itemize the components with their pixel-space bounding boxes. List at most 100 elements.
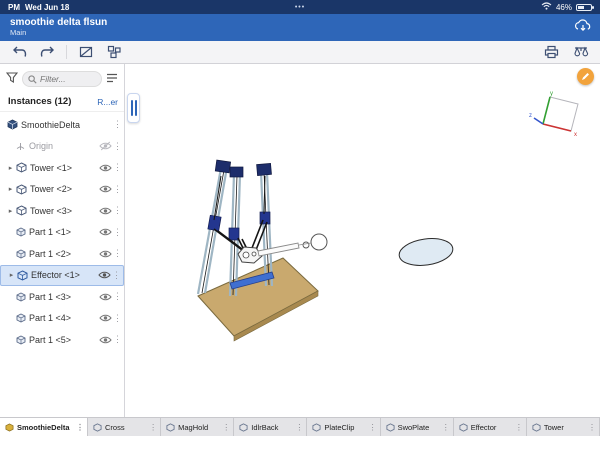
battery-icon [576, 3, 594, 11]
redo-button[interactable] [38, 43, 56, 61]
svg-text:z: z [529, 113, 532, 119]
view-triad[interactable]: x y z [529, 91, 579, 138]
tree-item-part1-5[interactable]: Part 1 <5> ⋮ [0, 329, 124, 351]
part-studio-icon [15, 162, 28, 173]
origin-icon [14, 142, 27, 151]
tab-kebab-icon[interactable]: ⋮ [515, 423, 523, 432]
measure-button[interactable] [572, 43, 590, 61]
chevron-right-icon[interactable]: ▸ [6, 207, 15, 215]
section-view-button[interactable] [77, 43, 95, 61]
exploded-view-button[interactable] [105, 43, 123, 61]
eye-icon[interactable] [98, 249, 113, 259]
tree-item-label: Part 1 <1> [29, 227, 72, 238]
model-viewport[interactable]: x y z [126, 64, 600, 417]
eye-icon[interactable] [98, 163, 113, 173]
tab-maghold[interactable]: MagHold ⋮ [161, 418, 235, 436]
tree-item-smoothiedelta[interactable]: SmoothieDelta ⋮ [0, 114, 124, 136]
filter-funnel-icon[interactable] [5, 70, 19, 88]
kebab-menu-icon[interactable]: ⋮ [113, 162, 122, 173]
panel-resize-handle[interactable] [127, 93, 140, 123]
tree-item-label: Part 1 <2> [29, 248, 72, 259]
kebab-menu-icon[interactable]: ⋮ [113, 227, 122, 238]
tree-item-label: Tower <1> [30, 162, 73, 173]
part-icon [14, 313, 27, 323]
panel-header-action[interactable]: R...er [97, 97, 118, 107]
tree-item-label: Tower <3> [30, 205, 73, 216]
print-button[interactable] [542, 43, 560, 61]
part-studio-icon [15, 205, 28, 216]
feedback-button[interactable] [577, 68, 594, 85]
chevron-right-icon[interactable]: ▸ [6, 185, 15, 193]
tree-item-part1-3[interactable]: Part 1 <3> ⋮ [0, 286, 124, 308]
tab-swoplate[interactable]: SwoPlate ⋮ [380, 418, 454, 436]
eye-icon[interactable] [98, 292, 113, 302]
tab-kebab-icon[interactable]: ⋮ [222, 423, 230, 432]
kebab-menu-icon[interactable]: ⋮ [113, 119, 122, 130]
tree-item-tower-3[interactable]: ▸ Tower <3> ⋮ [0, 200, 124, 222]
tree-item-part1-1[interactable]: Part 1 <1> ⋮ [0, 222, 124, 244]
tree-item-label: Part 1 <3> [29, 291, 72, 302]
tab-kebab-icon[interactable]: ⋮ [149, 423, 157, 432]
kebab-menu-icon[interactable]: ⋮ [113, 205, 122, 216]
tab-tower[interactable]: Tower ⋮ [526, 418, 600, 436]
undo-button[interactable] [10, 43, 28, 61]
kebab-menu-icon[interactable]: ⋮ [112, 270, 121, 281]
delta-printer-model[interactable] [196, 159, 328, 342]
kebab-menu-icon[interactable]: ⋮ [113, 334, 122, 345]
tree-item-tower-2[interactable]: ▸ Tower <2> ⋮ [0, 179, 124, 201]
document-tab-bar: SmoothieDelta ⋮ Cross ⋮ MagHold ⋮ IdlrBa… [0, 417, 600, 436]
tree-item-label: Tower <2> [30, 184, 73, 195]
eye-icon[interactable] [98, 206, 113, 216]
part-studio-tab-icon [93, 422, 102, 432]
tab-smoothiedelta[interactable]: SmoothieDelta ⋮ [0, 418, 88, 436]
kebab-menu-icon[interactable]: ⋮ [113, 248, 122, 259]
tree-item-origin[interactable]: Origin ⋮ [0, 136, 124, 158]
assembly-icon [6, 119, 19, 130]
eye-icon[interactable] [98, 184, 113, 194]
list-options-icon[interactable] [106, 70, 118, 88]
tree-item-label: Part 1 <4> [29, 313, 72, 324]
part-studio-tab-icon [386, 422, 395, 432]
tab-plateclip[interactable]: PlateClip ⋮ [307, 418, 381, 436]
tree-item-part1-4[interactable]: Part 1 <4> ⋮ [0, 308, 124, 330]
document-title-bar: smoothie delta flsun Main [0, 14, 600, 41]
tree-item-label: Effector <1> [31, 270, 80, 281]
tab-kebab-icon[interactable]: ⋮ [588, 423, 596, 432]
sync-status-icon[interactable] [574, 19, 592, 39]
eye-icon[interactable] [98, 335, 113, 345]
tab-kebab-icon[interactable]: ⋮ [442, 423, 450, 432]
tab-kebab-icon[interactable]: ⋮ [295, 423, 303, 432]
kebab-menu-icon[interactable]: ⋮ [113, 291, 122, 302]
kebab-menu-icon[interactable]: ⋮ [113, 141, 122, 152]
tab-kebab-icon[interactable]: ⋮ [369, 423, 377, 432]
glass-plate-part[interactable] [397, 235, 454, 268]
eye-hidden-icon[interactable] [98, 141, 113, 151]
part-icon [14, 227, 27, 237]
chevron-right-icon[interactable]: ▸ [7, 271, 16, 279]
eye-icon[interactable] [98, 227, 113, 237]
kebab-menu-icon[interactable]: ⋮ [113, 184, 122, 195]
part-studio-tab-icon [166, 422, 175, 432]
filter-search-field[interactable] [22, 71, 102, 87]
tree-item-part1-2[interactable]: Part 1 <2> ⋮ [0, 243, 124, 265]
wifi-icon [541, 2, 552, 12]
assembly-tab-icon [5, 422, 14, 432]
status-date: Wed Jun 18 [25, 2, 70, 12]
search-icon [28, 74, 37, 84]
tab-kebab-icon[interactable]: ⋮ [76, 423, 84, 432]
part-studio-tab-icon [459, 422, 468, 432]
tree-item-effector[interactable]: ▸ Effector <1> ⋮ [0, 264, 124, 286]
part-studio-tab-icon [239, 422, 248, 432]
tree-item-tower-1[interactable]: ▸ Tower <1> ⋮ [0, 157, 124, 179]
kebab-menu-icon[interactable]: ⋮ [113, 313, 122, 324]
tab-effector[interactable]: Effector ⋮ [453, 418, 527, 436]
filter-input[interactable] [40, 74, 88, 84]
part-studio-tab-icon [312, 422, 321, 432]
ios-status-bar: PM Wed Jun 18 ••• 46% [0, 0, 600, 14]
tab-cross[interactable]: Cross ⋮ [88, 418, 162, 436]
eye-icon[interactable] [97, 270, 112, 280]
chevron-right-icon[interactable]: ▸ [6, 164, 15, 172]
eye-icon[interactable] [98, 313, 113, 323]
tab-idlrback[interactable]: IdlrBack ⋮ [234, 418, 308, 436]
svg-text:y: y [550, 91, 553, 97]
